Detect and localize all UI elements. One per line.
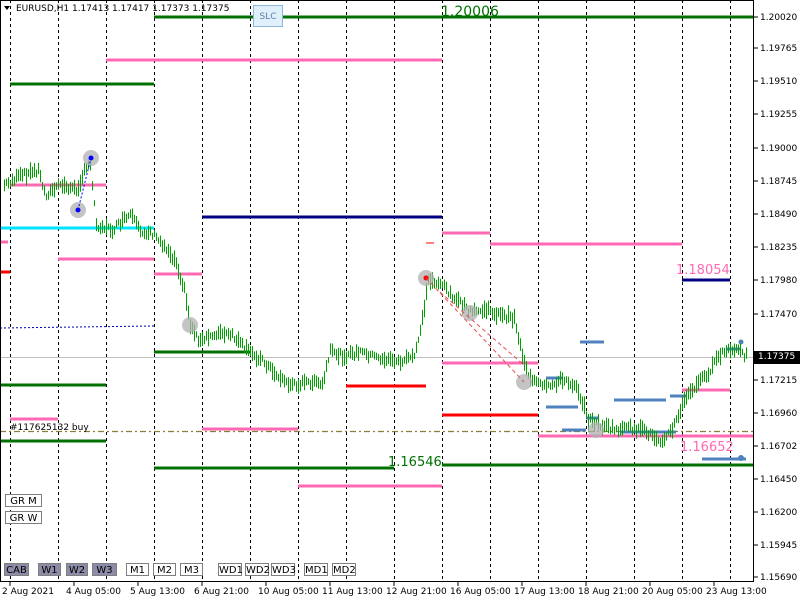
level-label-right-a: 1.18054 bbox=[676, 263, 730, 278]
price-label: 1.19000 bbox=[760, 144, 797, 154]
price-label: 1.15690 bbox=[760, 573, 797, 583]
grid-button-gr-m[interactable]: GR M bbox=[5, 494, 42, 507]
price-label: 1.16200 bbox=[760, 508, 797, 518]
time-label: 10 Aug 05:00 bbox=[258, 587, 319, 597]
timeframe-button-wd3[interactable]: WD3 bbox=[271, 563, 296, 576]
chart-frame bbox=[0, 0, 754, 582]
level-lines bbox=[0, 15, 754, 488]
timeframe-button-md1[interactable]: MD1 bbox=[304, 563, 328, 576]
time-label: 2 Aug 2021 bbox=[2, 587, 54, 597]
slc-button[interactable]: SLC bbox=[253, 5, 283, 27]
timeframe-button-m3[interactable]: M3 bbox=[180, 563, 203, 576]
level-label-right-b: 1.16652 bbox=[680, 440, 734, 455]
level-label-bottom: 1.16546 bbox=[388, 455, 442, 470]
level-label-top: 1.20006 bbox=[441, 4, 499, 20]
time-label: 18 Aug 21:00 bbox=[578, 587, 639, 597]
price-label: 1.17470 bbox=[760, 310, 797, 320]
time-label: 20 Aug 05:00 bbox=[642, 587, 703, 597]
timeframe-button-wd2[interactable]: WD2 bbox=[245, 563, 270, 576]
current-price-tag: 1.17375 bbox=[754, 351, 800, 364]
chart-menu-arrow-icon[interactable] bbox=[4, 6, 10, 10]
trade-markers bbox=[70, 150, 604, 438]
time-label: 23 Aug 13:00 bbox=[706, 587, 767, 597]
timeframe-button-md2[interactable]: MD2 bbox=[332, 563, 356, 576]
grid-button-gr-w[interactable]: GR W bbox=[5, 511, 42, 524]
price-label: 1.17215 bbox=[760, 376, 797, 386]
price-label: 1.19510 bbox=[760, 77, 797, 87]
time-label: 17 Aug 13:00 bbox=[514, 587, 575, 597]
time-label: 11 Aug 13:00 bbox=[322, 587, 383, 597]
price-label: 1.18490 bbox=[760, 210, 797, 220]
time-label: 6 Aug 21:00 bbox=[194, 587, 249, 597]
timeframe-button-w3[interactable]: W3 bbox=[92, 563, 117, 576]
axes: 1.20020 1.19765 1.19510 1.19255 1.19000 1.187… bbox=[0, 0, 797, 597]
timeframe-button-cab[interactable]: CAB bbox=[4, 563, 29, 576]
price-label: 1.18235 bbox=[760, 243, 797, 253]
price-label: 1.19765 bbox=[760, 44, 797, 54]
chart-canvas[interactable]: 1.20020 1.19765 1.19510 1.19255 1.19000 1.187… bbox=[0, 0, 800, 600]
price-label: 1.17980 bbox=[760, 276, 797, 286]
trade-marker bbox=[462, 305, 478, 321]
timeframe-button-wd1[interactable]: WD1 bbox=[218, 563, 243, 576]
price-label: 1.19255 bbox=[760, 110, 797, 120]
trade-marker bbox=[182, 317, 198, 333]
timeframe-button-w2[interactable]: W2 bbox=[66, 563, 88, 576]
dotted-trail bbox=[0, 325, 155, 329]
trade-path bbox=[425, 277, 525, 383]
price-label: 1.16960 bbox=[760, 409, 797, 419]
price-label: 1.15945 bbox=[760, 541, 797, 551]
time-label: 4 Aug 05:00 bbox=[66, 587, 121, 597]
price-label: 1.18745 bbox=[760, 177, 797, 187]
grid-lines bbox=[0, 0, 754, 581]
timeframe-button-w1[interactable]: W1 bbox=[38, 563, 61, 576]
price-label: 1.16702 bbox=[760, 442, 797, 452]
symbol-info: EURUSD,H1 1.17413 1.17417 1.17373 1.1737… bbox=[16, 4, 230, 14]
trade-marker bbox=[588, 422, 604, 438]
timeframe-button-m2[interactable]: M2 bbox=[153, 563, 176, 576]
price-candles bbox=[4, 156, 747, 448]
order-label: #117625132 buy bbox=[10, 423, 89, 433]
time-label: 12 Aug 21:00 bbox=[386, 587, 447, 597]
steel-dot bbox=[738, 455, 744, 461]
price-label: 1.16450 bbox=[760, 475, 797, 485]
trade-path bbox=[439, 291, 525, 366]
time-label: 5 Aug 13:00 bbox=[130, 587, 185, 597]
timeframe-button-m1[interactable]: M1 bbox=[126, 563, 149, 576]
time-label: 16 Aug 05:00 bbox=[450, 587, 511, 597]
price-label: 1.20020 bbox=[760, 13, 797, 23]
